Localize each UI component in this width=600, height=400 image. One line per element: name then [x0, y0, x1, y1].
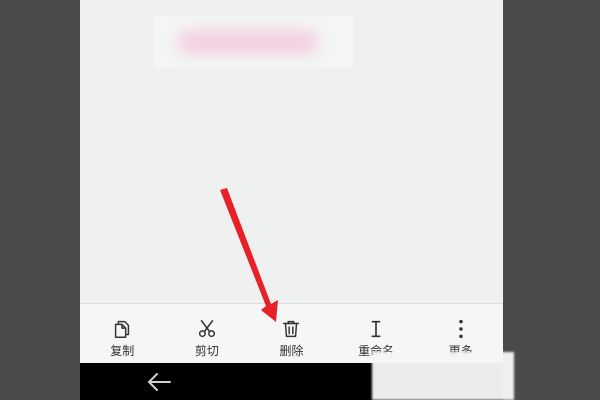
phone-screen: 复制 剪切 删除 重命名 更多 [80, 0, 503, 400]
delete-button[interactable]: 删除 [249, 304, 334, 364]
delete-label: 删除 [279, 344, 304, 358]
cut-button[interactable]: 剪切 [165, 304, 250, 364]
blurred-file-item[interactable] [154, 16, 354, 68]
watermark-overlay [372, 352, 514, 400]
text-cursor-icon [365, 318, 387, 340]
blurred-file-name [178, 30, 318, 54]
trash-icon [280, 318, 302, 340]
copy-label: 复制 [110, 344, 135, 358]
back-arrow-icon[interactable] [146, 371, 172, 393]
cut-label: 剪切 [194, 344, 219, 358]
more-vertical-icon [450, 318, 472, 340]
screenshot-stage: 复制 剪切 删除 重命名 更多 [0, 0, 600, 400]
file-list-area [80, 0, 503, 303]
copy-icon [111, 318, 133, 340]
copy-button[interactable]: 复制 [80, 304, 165, 364]
scissors-icon [196, 318, 218, 340]
